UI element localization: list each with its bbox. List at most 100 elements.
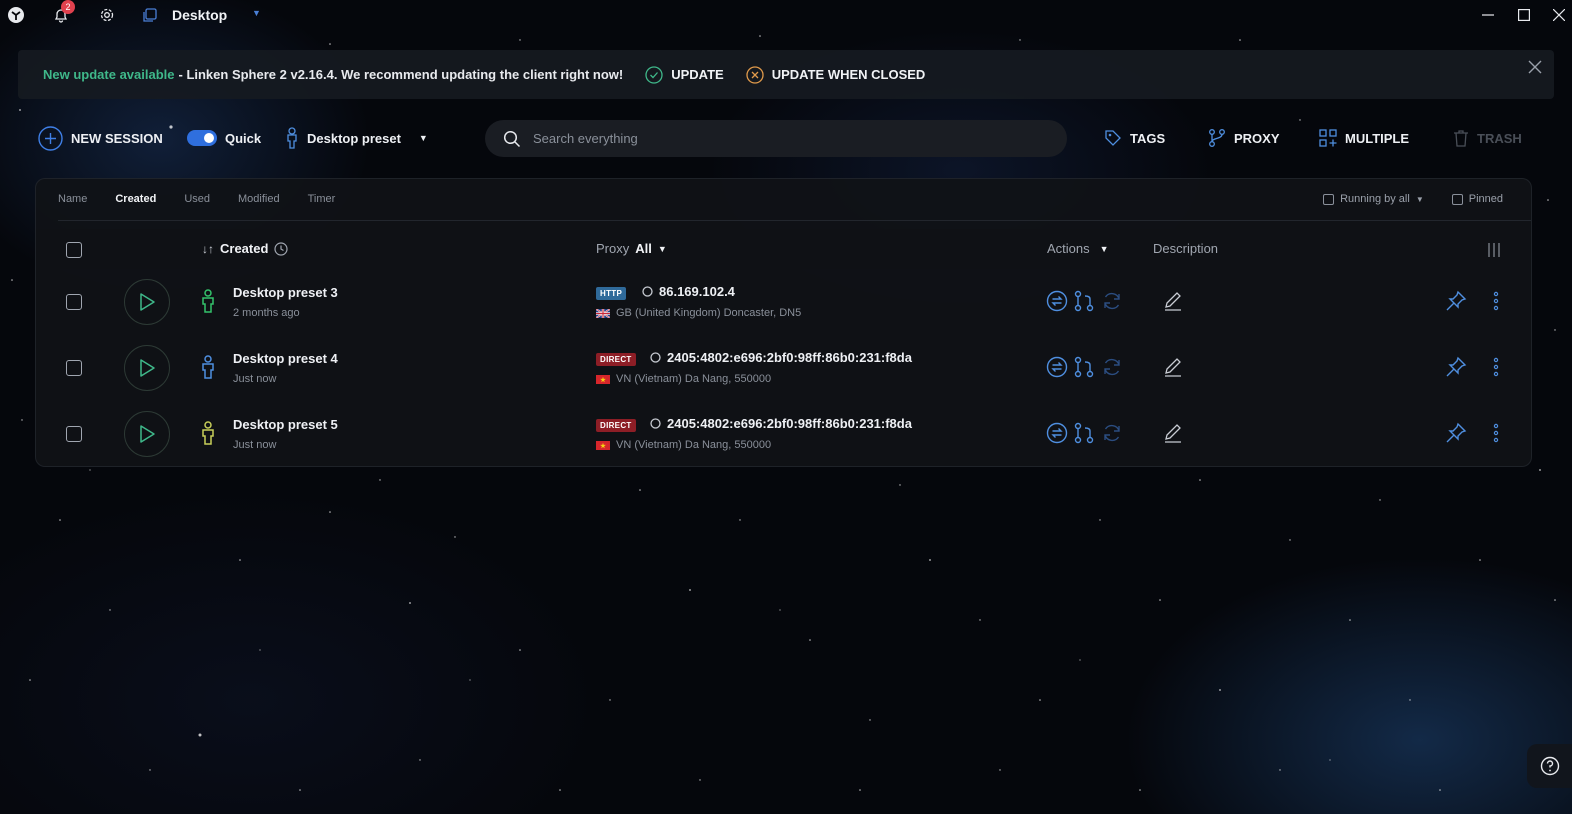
refresh-icon[interactable]	[1101, 422, 1123, 444]
sort-tab-timer[interactable]: Timer	[308, 193, 336, 205]
quick-toggle[interactable]: Quick	[187, 118, 261, 158]
play-button[interactable]	[124, 279, 170, 325]
actions-dropdown-icon[interactable]: ▼	[1100, 244, 1109, 254]
search-icon	[503, 130, 521, 147]
refresh-icon[interactable]	[1101, 356, 1123, 378]
row-checkbox[interactable]	[66, 426, 82, 442]
session-name[interactable]: Desktop preset 5	[233, 417, 338, 432]
desktop-tab-icon[interactable]	[139, 4, 161, 26]
multiple-button[interactable]: MULTIPLE	[1319, 118, 1409, 158]
quick-label: Quick	[225, 130, 262, 146]
update-button[interactable]: UPDATE	[645, 65, 724, 84]
play-button[interactable]	[124, 411, 170, 457]
quick-toggle-switch[interactable]	[187, 130, 217, 146]
pinned-label[interactable]: Pinned	[1469, 193, 1503, 205]
tags-label: TAGS	[1130, 130, 1166, 146]
flag-gb-icon	[596, 308, 610, 318]
person-icon	[202, 355, 214, 379]
proxy-address-value: 86.169.102.4	[659, 284, 735, 299]
multiple-label: MULTIPLE	[1345, 130, 1410, 146]
created-header-label: Created	[220, 241, 269, 256]
status-circle-icon	[650, 352, 661, 363]
swap-icon[interactable]	[1046, 290, 1068, 312]
sort-arrows-icon: ↓↑	[202, 241, 214, 256]
gear-icon[interactable]	[96, 4, 118, 26]
more-options-icon[interactable]	[1485, 290, 1507, 312]
table-row[interactable]: Desktop preset 3 2 months ago HTTP 86.16…	[36, 269, 1531, 335]
proxy-type-badge: HTTP	[596, 287, 627, 300]
flag-vn-icon	[596, 440, 610, 450]
session-name[interactable]: Desktop preset 3	[233, 285, 338, 300]
more-options-icon[interactable]	[1485, 422, 1507, 444]
table-row[interactable]: Desktop preset 5 Just now DIRECT 2405:48…	[36, 401, 1531, 467]
close-banner-icon[interactable]	[1526, 58, 1544, 76]
proxy-location-value: VN (Vietnam) Da Nang, 550000	[616, 439, 772, 451]
pin-icon[interactable]	[1445, 422, 1467, 444]
sort-tab-name[interactable]: Name	[58, 193, 87, 205]
actions-column-header[interactable]: Actions ▼	[1047, 241, 1109, 256]
preset-selector[interactable]: Desktop preset ▼	[285, 118, 428, 158]
proxy-location: GB (United Kingdom) Doncaster, DN5	[596, 307, 801, 319]
select-all-checkbox[interactable]	[66, 242, 82, 258]
edit-icon[interactable]	[1162, 290, 1184, 312]
tab-dropdown-icon[interactable]: ▼	[252, 8, 261, 18]
sort-tab-modified[interactable]: Modified	[238, 193, 280, 205]
notification-badge: 2	[61, 0, 75, 14]
tags-button[interactable]: TAGS	[1104, 118, 1165, 158]
pin-icon[interactable]	[1445, 356, 1467, 378]
maximize-icon[interactable]	[1513, 4, 1535, 26]
git-branch-icon[interactable]	[1073, 422, 1095, 444]
swap-icon[interactable]	[1046, 422, 1068, 444]
more-options-icon[interactable]	[1485, 356, 1507, 378]
proxy-location-value: GB (United Kingdom) Doncaster, DN5	[616, 307, 802, 319]
swap-icon[interactable]	[1046, 356, 1068, 378]
proxy-address-value: 2405:4802:e696:2bf0:98ff:86b0:231:f8da	[667, 416, 912, 431]
trash-button[interactable]: TRASH	[1453, 118, 1522, 158]
proxy-filter-dropdown-icon[interactable]: ▼	[658, 244, 667, 254]
search-bar[interactable]	[485, 120, 1067, 157]
running-dropdown-icon[interactable]: ▼	[1416, 195, 1424, 204]
row-checkbox[interactable]	[66, 294, 82, 310]
pinned-checkbox[interactable]	[1451, 193, 1463, 205]
update-banner-highlight: New update available	[43, 67, 175, 82]
session-name[interactable]: Desktop preset 4	[233, 351, 338, 366]
proxy-address: 2405:4802:e696:2bf0:98ff:86b0:231:f8da	[650, 416, 912, 431]
update-banner-message: - Linken Sphere 2 v2.16.4. We recommend …	[178, 67, 624, 82]
edit-icon[interactable]	[1162, 422, 1184, 444]
created-column-header[interactable]: ↓↑ Created	[202, 241, 289, 256]
sort-tab-used[interactable]: Used	[184, 193, 210, 205]
edit-icon[interactable]	[1162, 356, 1184, 378]
tab-desktop[interactable]: Desktop	[172, 7, 227, 23]
update-button-label: UPDATE	[671, 67, 724, 82]
app-logo-icon[interactable]	[5, 4, 27, 26]
pin-icon[interactable]	[1445, 290, 1467, 312]
row-checkbox[interactable]	[66, 360, 82, 376]
minimize-icon[interactable]	[1477, 4, 1499, 26]
close-window-icon[interactable]	[1548, 4, 1570, 26]
clock-icon	[274, 241, 289, 256]
sort-tab-created[interactable]: Created	[115, 193, 156, 205]
git-branch-icon[interactable]	[1073, 356, 1095, 378]
git-branch-icon[interactable]	[1073, 290, 1095, 312]
proxy-location-value: VN (Vietnam) Da Nang, 550000	[616, 373, 772, 385]
proxy-column-header[interactable]: Proxy All ▼	[596, 241, 667, 256]
new-session-button[interactable]: NEW SESSION	[38, 118, 163, 158]
person-icon	[202, 421, 214, 445]
update-when-closed-button[interactable]: UPDATE WHEN CLOSED	[746, 65, 925, 84]
play-button[interactable]	[124, 345, 170, 391]
refresh-icon[interactable]	[1101, 290, 1123, 312]
columns-icon[interactable]	[1487, 242, 1501, 258]
proxy-filter-value[interactable]: All	[635, 241, 652, 256]
proxy-location: VN (Vietnam) Da Nang, 550000	[596, 439, 771, 451]
proxy-location: VN (Vietnam) Da Nang, 550000	[596, 373, 771, 385]
preset-dropdown-icon[interactable]: ▼	[419, 133, 428, 143]
toolbar: NEW SESSION Quick Desktop preset ▼ TAGS …	[38, 118, 1538, 158]
proxy-button[interactable]: PROXY	[1208, 118, 1280, 158]
running-by-all-checkbox[interactable]	[1323, 193, 1335, 205]
table-row[interactable]: Desktop preset 4 Just now DIRECT 2405:48…	[36, 335, 1531, 401]
running-by-all-label[interactable]: Running by all	[1340, 193, 1410, 205]
proxy-address: 86.169.102.4	[642, 284, 735, 299]
status-circle-icon	[650, 418, 661, 429]
help-button[interactable]	[1527, 744, 1572, 788]
search-input[interactable]	[531, 130, 1015, 147]
